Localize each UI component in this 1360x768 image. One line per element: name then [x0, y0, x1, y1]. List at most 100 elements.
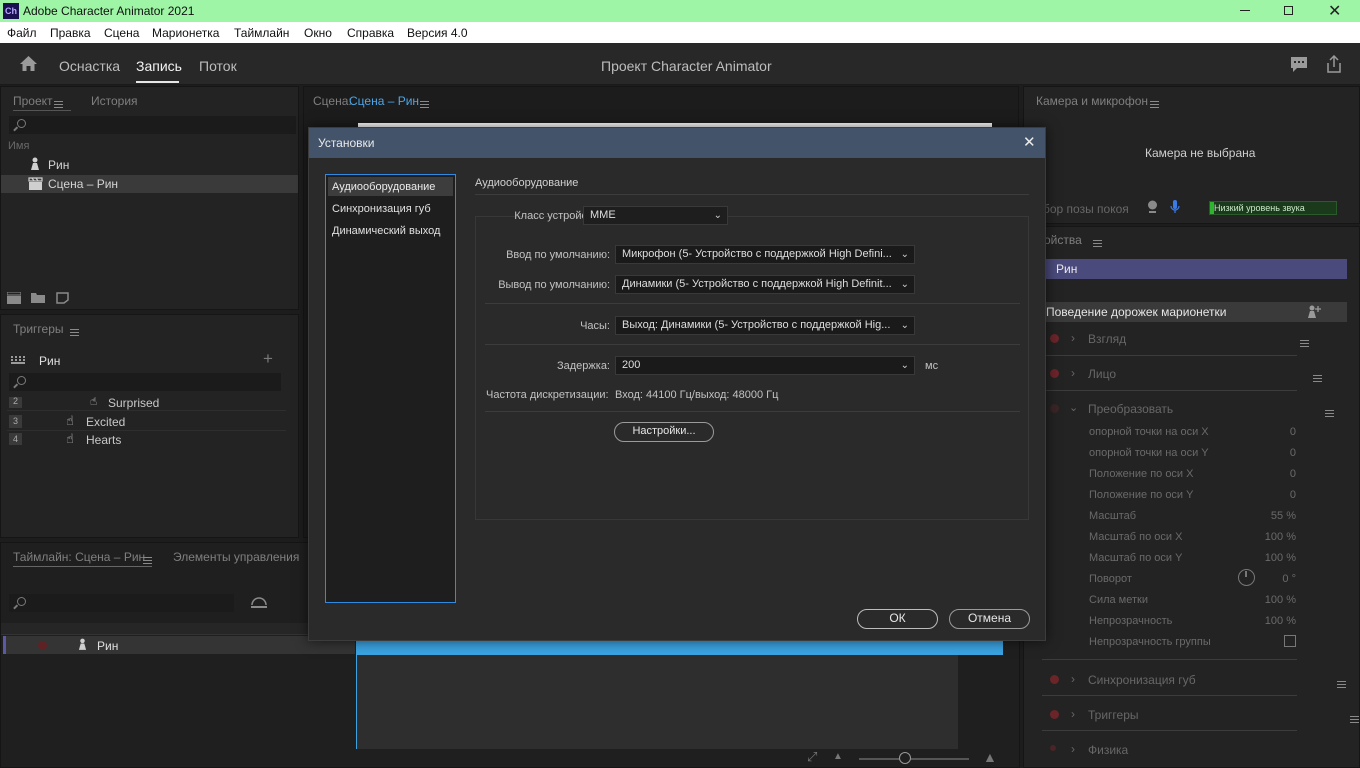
expand-chevron-icon[interactable]: › [1071, 707, 1075, 721]
param-value[interactable]: 100 % [1246, 594, 1296, 606]
behavior-gaze[interactable]: Взгляд [1088, 332, 1126, 346]
nav-lip-sync[interactable]: Синхронизация губ [332, 203, 431, 215]
workspace-stream[interactable]: Поток [199, 58, 237, 74]
menu-scene[interactable]: Сцена [104, 26, 139, 40]
behavior-transform[interactable]: Преобразовать [1088, 402, 1173, 416]
project-panel-menu-icon[interactable] [54, 101, 63, 109]
camera-panel-menu-icon[interactable] [1150, 101, 1159, 109]
behavior-physics[interactable]: Физика [1088, 743, 1128, 757]
restore-icon[interactable] [1284, 6, 1293, 15]
behavior-menu-icon[interactable] [1349, 716, 1359, 724]
microphone-icon[interactable] [1170, 200, 1180, 214]
camera-icon[interactable] [1146, 200, 1159, 214]
menu-puppet[interactable]: Марионетка [152, 26, 219, 40]
properties-puppet-header[interactable]: Рин [1042, 259, 1347, 279]
param-value[interactable]: 0 [1246, 447, 1296, 459]
minimize-icon[interactable] [1240, 10, 1250, 11]
trigger-row[interactable]: 4 ☝ Hearts [7, 431, 286, 445]
cancel-button[interactable]: Отмена [949, 609, 1030, 629]
record-arm-icon[interactable] [1050, 334, 1059, 343]
playhead-line[interactable] [356, 633, 357, 749]
workspace-record[interactable]: Запись [136, 58, 182, 74]
tab-timeline[interactable]: Таймлайн: Сцена – Рин [13, 550, 145, 564]
menu-file[interactable]: Файл [7, 26, 37, 40]
record-arm-icon[interactable] [1050, 404, 1059, 413]
tab-project[interactable]: Проект [13, 94, 53, 108]
record-arm-icon[interactable] [1050, 369, 1059, 378]
nav-dynamic-link[interactable]: Динамический выход [332, 225, 440, 237]
workspace-rig[interactable]: Оснастка [59, 58, 120, 74]
param-value[interactable]: 100 % [1246, 615, 1296, 627]
behavior-lip-sync[interactable]: Синхронизация губ [1088, 673, 1196, 687]
param-value[interactable]: 0 [1246, 426, 1296, 438]
device-class-select[interactable]: MME ⌄ [583, 206, 728, 225]
ok-button[interactable]: ОК [857, 609, 938, 629]
feedback-icon[interactable] [1290, 56, 1308, 73]
expand-chevron-icon[interactable]: › [1071, 331, 1075, 345]
zoom-slider-handle[interactable] [899, 752, 911, 764]
menu-window[interactable]: Окно [304, 26, 332, 40]
default-input-select[interactable]: Микрофон (5- Устройство с поддержкой Hig… [615, 245, 915, 264]
menu-edit[interactable]: Правка [50, 26, 91, 40]
param-value[interactable]: 55 % [1246, 510, 1296, 522]
behavior-menu-icon[interactable] [1337, 681, 1347, 689]
record-arm-icon[interactable] [1050, 745, 1056, 751]
new-folder-icon[interactable] [31, 292, 45, 303]
triggers-panel-menu-icon[interactable] [70, 329, 79, 337]
home-icon[interactable] [19, 55, 38, 72]
new-scene-icon[interactable] [7, 292, 21, 304]
behavior-menu-icon[interactable] [1325, 410, 1335, 418]
timeline-search-input[interactable] [9, 594, 234, 612]
record-arm-icon[interactable] [1050, 710, 1059, 719]
behavior-triggers[interactable]: Триггеры [1088, 708, 1139, 722]
share-icon[interactable] [1325, 55, 1343, 73]
trigger-row[interactable]: 2 ☝ Surprised [7, 397, 286, 411]
triggers-search-input[interactable] [9, 373, 281, 391]
timeline-panel-menu-icon[interactable] [143, 557, 152, 565]
project-item-puppet[interactable]: Рин [1, 156, 298, 173]
properties-panel-menu-icon[interactable] [1093, 240, 1102, 248]
add-trigger-icon[interactable]: + [263, 349, 273, 369]
scene-name-link[interactable]: Сцена – Рин [349, 94, 419, 108]
param-value[interactable]: 0 ° [1246, 573, 1296, 585]
param-value[interactable]: 100 % [1246, 552, 1296, 564]
expand-chevron-icon[interactable]: › [1071, 366, 1075, 380]
expand-chevron-icon[interactable]: › [1071, 742, 1075, 756]
group-opacity-checkbox[interactable] [1284, 635, 1296, 647]
new-item-icon[interactable] [56, 292, 69, 304]
param-value[interactable]: 0 [1246, 489, 1296, 501]
zoom-out-icon[interactable]: ▲ [833, 751, 843, 762]
collapse-chevron-icon[interactable]: ⌄ [1069, 401, 1078, 414]
timeline-track-bar[interactable] [357, 641, 1003, 655]
nav-audio-hardware[interactable]: Аудиооборудование [328, 177, 453, 196]
tab-controls[interactable]: Элементы управления [173, 550, 299, 564]
audio-settings-button[interactable]: Настройки... [614, 422, 714, 442]
behavior-menu-icon[interactable] [1312, 375, 1322, 383]
menu-version[interactable]: Версия 4.0 [407, 26, 468, 40]
expand-icon[interactable]: ⤢ [807, 749, 817, 765]
default-output-select[interactable]: Динамики (5- Устройство с поддержкой Hig… [615, 275, 915, 294]
project-search-input[interactable] [9, 116, 296, 134]
behavior-face[interactable]: Лицо [1088, 367, 1116, 381]
timeline-track-puppet[interactable]: Рин [3, 636, 355, 654]
close-icon[interactable]: ✕ [1328, 1, 1341, 21]
menu-timeline[interactable]: Таймлайн [234, 26, 289, 40]
project-item-scene[interactable]: Сцена – Рин [1, 175, 298, 193]
record-arm-icon[interactable] [1050, 675, 1059, 684]
add-behavior-icon[interactable] [1307, 305, 1321, 318]
param-value[interactable]: 100 % [1246, 531, 1296, 543]
clock-select[interactable]: Выход: Динамики (5- Устройство с поддерж… [615, 316, 915, 335]
scene-panel-menu-icon[interactable] [420, 101, 429, 109]
dialog-close-icon[interactable]: ✕ [1023, 133, 1036, 151]
latency-select[interactable]: 200 ⌄ [615, 356, 915, 375]
zoom-in-icon[interactable]: ▲ [983, 749, 997, 765]
tab-history[interactable]: История [91, 94, 138, 108]
record-arm-icon[interactable] [38, 641, 47, 650]
trigger-row[interactable]: 3 ☝ Excited [7, 412, 286, 431]
expand-chevron-icon[interactable]: › [1071, 672, 1075, 686]
zoom-slider[interactable] [859, 758, 969, 760]
menu-help[interactable]: Справка [347, 26, 394, 40]
param-value[interactable]: 0 [1246, 468, 1296, 480]
behavior-menu-icon[interactable] [1300, 340, 1310, 348]
arm-tracks-icon[interactable] [250, 596, 268, 610]
